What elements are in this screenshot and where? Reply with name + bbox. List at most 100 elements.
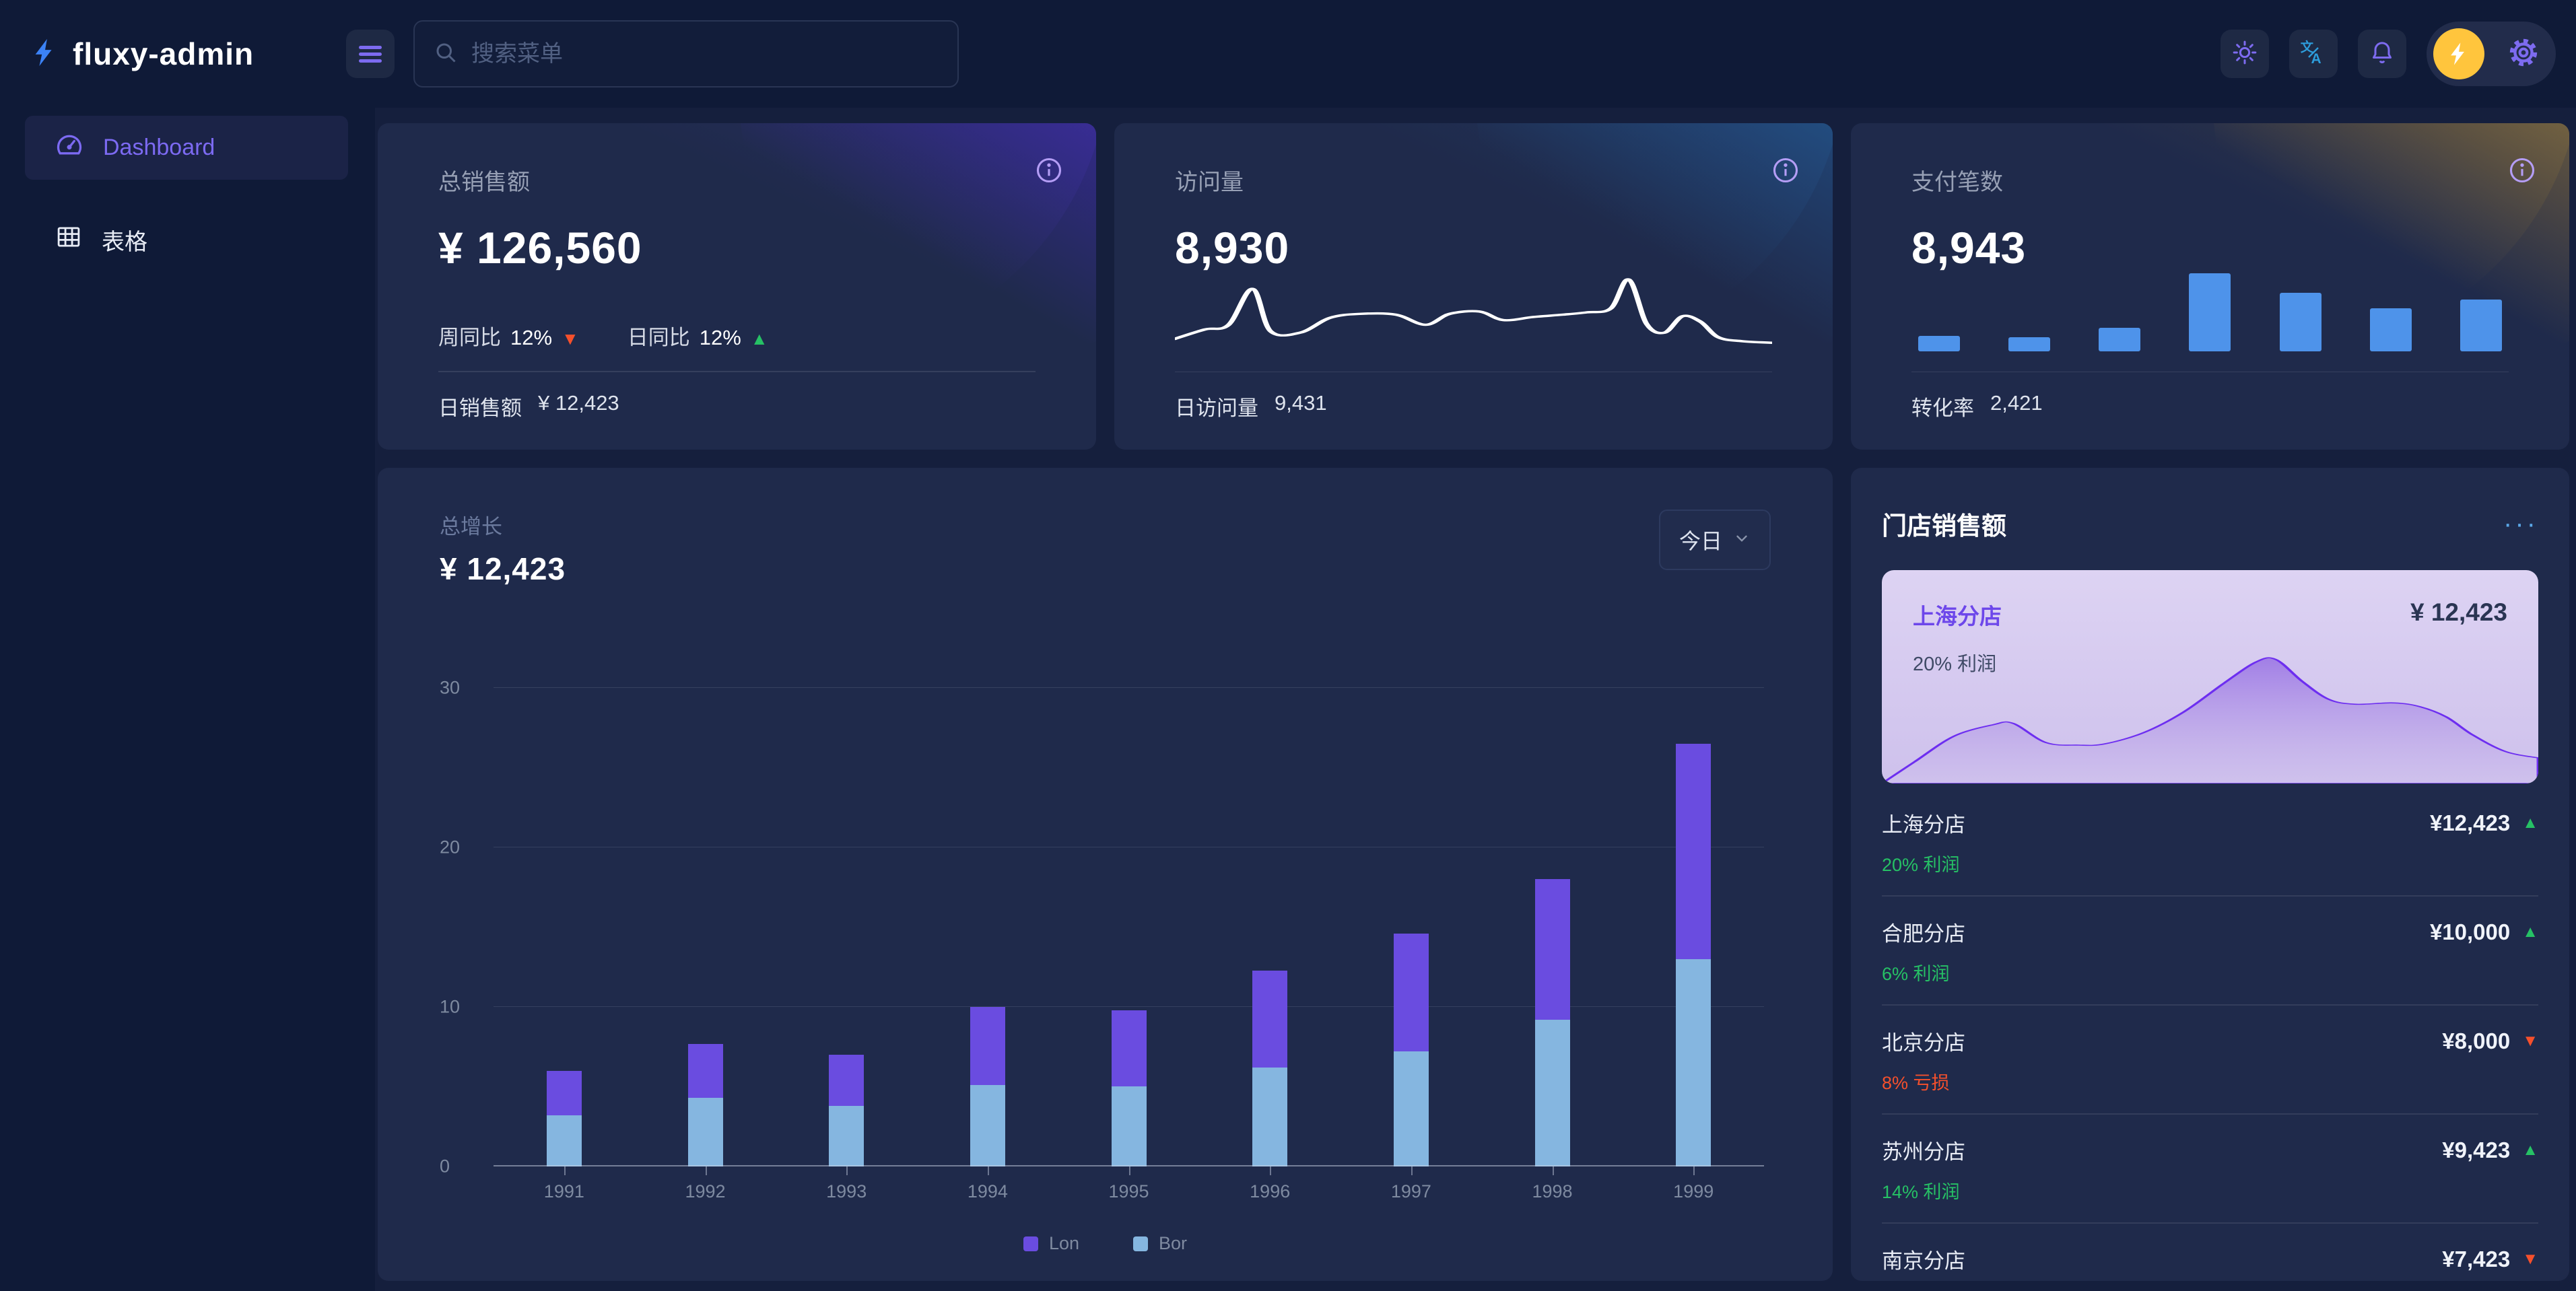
bell-icon: [2369, 39, 2396, 69]
sidebar-item-label: 表格: [102, 223, 147, 256]
card-visits: 访问量 8,930 日访问量9,431: [1114, 123, 1833, 450]
trend-arrow-icon: ▼: [2522, 1250, 2538, 1269]
featured-store-card[interactable]: 上海分店 ¥ 12,423 20% 利润: [1882, 570, 2538, 783]
logo-text: fluxy-admin: [73, 36, 254, 72]
stat-label: 访问量: [1175, 164, 1772, 197]
bar-group: [1058, 688, 1200, 1166]
search-input[interactable]: [471, 41, 939, 67]
store-value: ¥8,000: [2442, 1028, 2510, 1054]
stat-footer: 日访问量9,431: [1175, 391, 1772, 421]
info-icon[interactable]: [2507, 155, 2537, 188]
store-note: 8% 亏损: [1882, 1068, 2538, 1094]
main-content: 总销售额 ¥ 126,560 周同比12%▼ 日同比12%▲ 日销售额¥ 12,…: [375, 108, 2576, 1291]
bar-group: [494, 688, 635, 1166]
store-row[interactable]: 南京分店 ¥7,423 ▼ 6% 亏损: [1882, 1224, 2538, 1281]
stat-value: ¥ 126,560: [438, 222, 1036, 273]
store-name: 北京分店: [1882, 1026, 1965, 1056]
mini-bar: [2008, 337, 2050, 351]
stat-label: 支付笔数: [1911, 164, 2509, 197]
bar-group: [917, 688, 1058, 1166]
legend-swatch: [1023, 1236, 1038, 1251]
stat-value: 8,930: [1175, 222, 1772, 273]
x-axis-tick-label: 1994: [917, 1166, 1058, 1202]
growth-value: ¥ 12,423: [440, 551, 566, 587]
store-value: ¥12,423: [2430, 810, 2510, 836]
menu-toggle-button[interactable]: [346, 30, 395, 78]
header-actions: 文A: [2221, 22, 2556, 86]
x-axis-tick-label: 1996: [1199, 1166, 1341, 1202]
more-button[interactable]: ···: [2503, 517, 2538, 530]
legend-swatch: [1133, 1236, 1148, 1251]
mini-bar: [2099, 328, 2140, 351]
bar-group: [1482, 688, 1623, 1166]
trend-up-icon: ▲: [751, 328, 768, 349]
translate-icon: 文A: [2299, 38, 2328, 70]
trend-arrow-icon: ▲: [2522, 923, 2538, 942]
bar-group: [1199, 688, 1341, 1166]
store-row[interactable]: 北京分店 ¥8,000 ▼ 8% 亏损: [1882, 1006, 2538, 1115]
card-total-sales: 总销售额 ¥ 126,560 周同比12%▼ 日同比12%▲ 日销售额¥ 12,…: [378, 123, 1096, 450]
header: fluxy-admin 文A: [0, 0, 2576, 108]
store-area-chart: [1882, 656, 2538, 783]
store-note: 20% 利润: [1882, 850, 2538, 876]
sidebar-item-label: Dashboard: [103, 135, 215, 161]
sidebar: Dashboard 表格: [0, 108, 375, 1291]
growth-title: 总增长: [440, 510, 566, 540]
avatar[interactable]: [2433, 28, 2484, 79]
featured-store-value: ¥ 12,423: [2410, 598, 2507, 631]
logo-lightning-icon: [30, 37, 61, 71]
info-icon[interactable]: [1771, 155, 1800, 188]
sidebar-item-dashboard[interactable]: Dashboard: [25, 116, 348, 180]
range-select[interactable]: 今日: [1659, 510, 1771, 570]
stat-label: 总销售额: [438, 164, 1036, 197]
store-value: ¥7,423: [2442, 1247, 2510, 1272]
store-note: 14% 利润: [1882, 1177, 2538, 1203]
settings-gear-icon[interactable]: [2507, 36, 2540, 72]
stat-footer: 转化率2,421: [1911, 391, 2509, 421]
trend-arrow-icon: ▲: [2522, 814, 2538, 833]
stat-value: 8,943: [1911, 222, 2509, 273]
notifications-button[interactable]: [2358, 30, 2406, 78]
sidebar-item-table[interactable]: 表格: [25, 208, 348, 272]
language-button[interactable]: 文A: [2289, 30, 2338, 78]
x-axis-tick-label: 1997: [1341, 1166, 1482, 1202]
mini-bar: [2189, 273, 2231, 351]
x-axis-tick-label: 1992: [635, 1166, 776, 1202]
legend-item-lon[interactable]: Lon: [1023, 1233, 1079, 1254]
chart-header: 总增长 ¥ 12,423 今日: [440, 510, 1771, 587]
logo: fluxy-admin: [30, 36, 346, 72]
store-name: 上海分店: [1882, 808, 1965, 838]
featured-store-name: 上海分店: [1913, 598, 2002, 631]
mini-bar: [2460, 300, 2502, 351]
chart-bars: [494, 688, 1764, 1166]
user-pill[interactable]: [2427, 22, 2556, 86]
card-store-sales: 门店销售额 ··· 上海分店 ¥ 12,423 20% 利润 上海分店: [1851, 468, 2569, 1281]
trend-arrow-icon: ▲: [2522, 1141, 2538, 1160]
x-axis-tick-label: 1993: [776, 1166, 917, 1202]
chevron-down-icon: [1733, 528, 1751, 553]
week-trend: 周同比12%▼: [438, 320, 579, 351]
chart-legend: Lon Bor: [440, 1233, 1771, 1254]
card-payments: 支付笔数 8,943 转化率2,421: [1851, 123, 2569, 450]
visits-sparkline-chart: [1175, 273, 1772, 351]
legend-item-bor[interactable]: Bor: [1133, 1233, 1187, 1254]
info-icon[interactable]: [1034, 155, 1064, 188]
store-name: 南京分店: [1882, 1244, 1965, 1274]
bar-group: [1341, 688, 1482, 1166]
panel-title: 门店销售额: [1882, 505, 2006, 542]
trend-down-icon: ▼: [562, 328, 579, 349]
theme-toggle-button[interactable]: [2221, 30, 2269, 78]
x-axis-tick-label: 1995: [1058, 1166, 1200, 1202]
store-name: 苏州分店: [1882, 1135, 1965, 1165]
store-row[interactable]: 苏州分店 ¥9,423 ▲ 14% 利润: [1882, 1115, 2538, 1224]
store-name: 合肥分店: [1882, 917, 1965, 947]
store-list: 上海分店 ¥12,423 ▲ 20% 利润 合肥分店 ¥10,000 ▲ 6% …: [1882, 788, 2538, 1281]
sun-icon: [2231, 39, 2258, 69]
payments-mini-bar-chart: [1911, 273, 2509, 351]
store-row[interactable]: 上海分店 ¥12,423 ▲ 20% 利润: [1882, 788, 2538, 897]
store-row[interactable]: 合肥分店 ¥10,000 ▲ 6% 利润: [1882, 897, 2538, 1006]
stat-footer: 日销售额¥ 12,423: [438, 391, 1036, 421]
divider: [438, 371, 1036, 372]
x-axis-tick-label: 1999: [1623, 1166, 1764, 1202]
search-box[interactable]: [413, 20, 959, 88]
